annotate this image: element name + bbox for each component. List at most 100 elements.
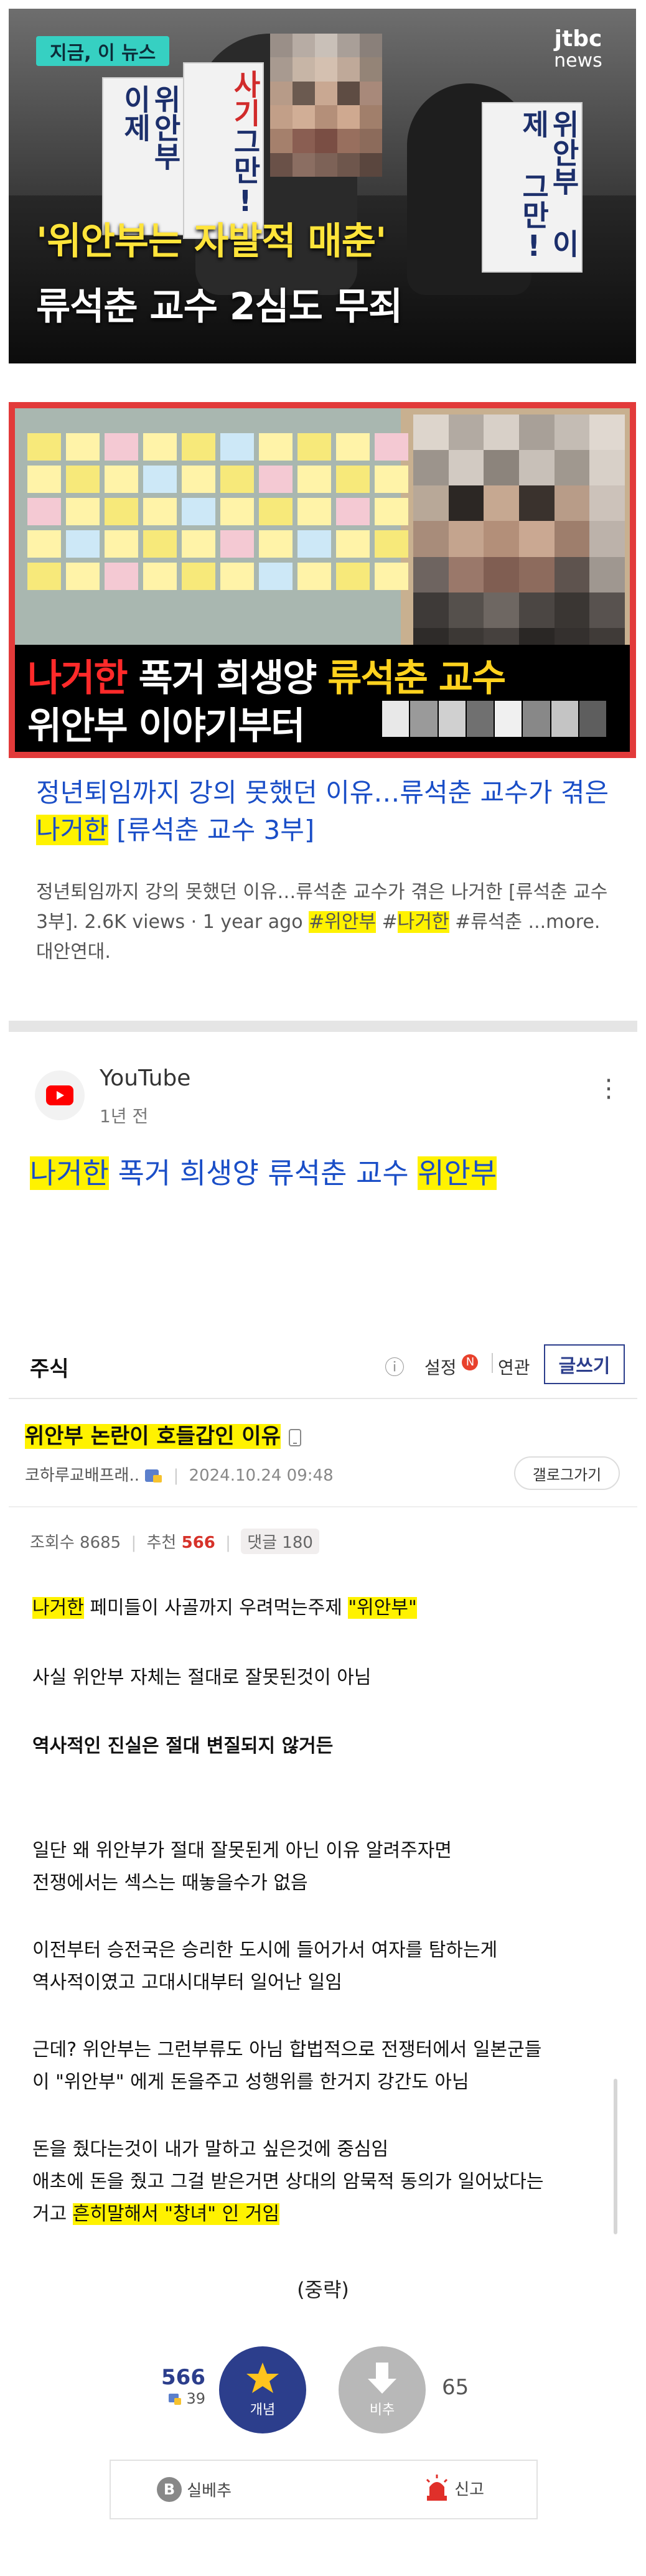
post-title-text: 위안부 논란이 호들갑인 이유 <box>25 1424 281 1449</box>
logo-bottom-text: news <box>554 50 602 72</box>
jtbc-logo: jtbc news <box>544 27 612 71</box>
downvote-button[interactable]: 비추 <box>339 2346 426 2433</box>
recommend-count: 566 <box>181 1534 215 1552</box>
siren-icon <box>426 2475 448 2501</box>
sticky-note-wall <box>15 408 408 657</box>
censored-text <box>382 701 606 737</box>
result-title-text[interactable]: [류석춘 교수 3부] <box>108 815 314 845</box>
protest-sign-text: 그만! <box>228 127 262 218</box>
downvote-label: 비추 <box>369 2402 395 2418</box>
stats-separator: | <box>131 1534 137 1552</box>
gallog-button[interactable]: 갤로그가기 <box>514 1456 620 1490</box>
settings-link[interactable]: 설정 N <box>424 1354 479 1379</box>
report-button[interactable]: 신고 <box>424 2475 484 2502</box>
meta-divider <box>9 1506 637 1507</box>
recommend-label: 추천 <box>146 1534 182 1552</box>
more-options-icon[interactable]: ⋮ <box>596 1074 621 1103</box>
arrow-down-icon <box>368 2363 396 2394</box>
write-button[interactable]: 글쓰기 <box>544 1344 625 1384</box>
fixed-nick-icon <box>145 1469 162 1482</box>
video-caption-line2: 위안부 이야기부터 <box>27 696 305 750</box>
result-title[interactable]: 정년퇴임까지 강의 못했던 이유…류석춘 교수가 겪은 나거한 [류석춘 교수 … <box>36 774 615 849</box>
caption-white-text: 폭거 희생양 <box>138 657 317 700</box>
body-highlight: 나거한 <box>32 1597 84 1619</box>
result-title-highlight[interactable]: 나거한 <box>36 815 108 845</box>
protest-sign-text: 위안부 이제 그만! <box>517 110 581 263</box>
video-caption-line1: 나거한 폭거 희생양 류석춘 교수 <box>27 648 506 702</box>
scrollbar[interactable] <box>614 2079 617 2234</box>
mobile-icon <box>288 1428 301 1446</box>
downvote-count: 65 <box>442 2375 469 2400</box>
caption-line2-text: 위안부 이야기부터 <box>27 705 305 748</box>
caption-yellow-text: 류석춘 교수 <box>327 657 506 700</box>
post-body-line: 역사적이였고 고대시대부터 일어난 일임 <box>32 1972 342 1993</box>
board-name[interactable]: 주식 <box>30 1352 69 1382</box>
info-icon[interactable]: ⓘ <box>385 1352 405 1380</box>
post-title: 위안부 논란이 호들갑인 이유 <box>25 1419 302 1450</box>
youtube-title[interactable]: 나거한 폭거 희생양 류석춘 교수 위안부 <box>30 1151 497 1195</box>
youtube-title-highlight[interactable]: 나거한 <box>30 1156 109 1190</box>
protest-sign-text: 위안부 이제 <box>118 85 182 171</box>
video-thumbnail[interactable]: 나거한 폭거 희생양 류석춘 교수 위안부 이야기부터 <box>9 402 636 758</box>
result-desc-space <box>376 911 382 933</box>
post-body-line: 애초에 돈을 줬고 그걸 받은거면 상대의 암묵적 동의가 일어났다는 <box>32 2171 544 2193</box>
share-label[interactable]: 실베추 <box>187 2482 232 2501</box>
youtube-title-highlight[interactable]: 위안부 <box>418 1156 497 1190</box>
upvote-fixed-count: 39 <box>186 2390 205 2407</box>
post-body-line: 일단 왜 위안부가 절대 잘못된게 아닌 이유 알려주자면 <box>32 1840 452 1862</box>
headline-line1: '위안부는 자발적 매춘' <box>36 220 386 263</box>
result-title-text[interactable]: 정년퇴임까지 강의 못했던 이유…류석춘 교수가 겪은 <box>36 777 609 808</box>
post-body-line: 전쟁에서는 섹스는 때놓을수가 없음 <box>32 1872 308 1894</box>
upvote-button[interactable]: 개념 <box>219 2346 306 2433</box>
post-body-line: 근데? 위안부는 그런부류도 아님 합법적으로 전쟁터에서 일본군들 <box>32 2039 542 2061</box>
comment-count[interactable]: 댓글 180 <box>241 1529 319 1554</box>
youtube-logo <box>35 1070 85 1120</box>
youtube-title-text[interactable]: 폭거 희생양 류석춘 교수 <box>109 1156 418 1190</box>
post-meta: 코하루교배프래.. | 2024.10.24 09:48 <box>25 1463 334 1486</box>
share-button[interactable]: B 실베추 <box>157 2477 232 2502</box>
post-body-line: 이전부터 승전국은 승리한 도시에 들어가서 여자를 탐하는게 <box>32 1939 498 1961</box>
hashtag-highlight[interactable]: #위안부 <box>309 911 377 933</box>
header-divider <box>9 1398 637 1399</box>
separator <box>492 1353 493 1373</box>
news-thumbnail-jtbc[interactable]: 지금, 이 뉴스 jtbc news 위안부 이제 사기그만! 위안부 이제 그… <box>9 9 636 363</box>
post-body-line: 역사적인 진실은 절대 변질되지 않거든 <box>32 1735 334 1757</box>
body-highlight: 흔히말해서 "창녀" 인 거임 <box>72 2203 279 2225</box>
result-description: 정년퇴임까지 강의 못했던 이유…류석춘 교수가 겪은 나거한 [류석춘 교수 … <box>36 878 615 967</box>
source-name[interactable]: YouTube <box>100 1066 190 1091</box>
view-count: 조회수 8685 <box>30 1534 121 1552</box>
news-badge-label: 지금, 이 뉴스 <box>50 42 156 64</box>
body-text: 거고 <box>32 2203 73 2225</box>
meta-separator: | <box>173 1466 179 1485</box>
headline-line2: 류석춘 교수 2심도 무죄 <box>36 285 403 329</box>
body-text: 페미들이 사골까지 우려먹는주제 <box>83 1597 349 1619</box>
new-badge: N <box>462 1354 479 1370</box>
blurred-person <box>413 415 625 663</box>
upvote-stats: 566 39 <box>131 2365 205 2407</box>
write-button-label[interactable]: 글쓰기 <box>559 1351 611 1378</box>
post-time: 1년 전 <box>100 1106 149 1126</box>
caption-red-text: 나거한 <box>27 657 128 700</box>
youtube-play-icon <box>46 1085 73 1105</box>
post-body-line: 거고 흔히말해서 "창녀" 인 거임 <box>32 2199 279 2229</box>
hashtag-highlight[interactable]: 나거한 <box>397 911 449 933</box>
post-body-line: 사실 위안부 자체는 절대로 잘못된것이 아님 <box>32 1667 372 1688</box>
stats-separator: | <box>225 1534 231 1552</box>
post-body-line: 이 "위안부" 에게 돈을주고 성행위를 한거지 강간도 아님 <box>32 2071 469 2093</box>
upvote-count: 566 <box>161 2365 205 2390</box>
b-icon: B <box>157 2477 182 2502</box>
logo-top-text: jtbc <box>554 26 602 52</box>
author-name[interactable]: 코하루교배프래.. <box>25 1466 139 1485</box>
report-label[interactable]: 신고 <box>454 2481 484 2499</box>
gallog-button-label[interactable]: 갤로그가기 <box>533 1463 601 1484</box>
comment-count-text[interactable]: 댓글 180 <box>247 1534 313 1552</box>
settings-label[interactable]: 설정 <box>424 1357 457 1378</box>
related-link[interactable]: 연관 <box>498 1354 530 1379</box>
post-body-line: 나거한 페미들이 사골까지 우려먹는주제 "위안부" <box>32 1593 417 1623</box>
body-highlight: "위안부" <box>348 1597 417 1619</box>
fixed-nick-icon <box>168 2394 181 2405</box>
protest-sign-red-text: 사기 <box>228 70 262 127</box>
hashtag-symbol: # <box>382 911 398 933</box>
blurred-face <box>270 34 382 177</box>
star-icon <box>246 2363 279 2393</box>
